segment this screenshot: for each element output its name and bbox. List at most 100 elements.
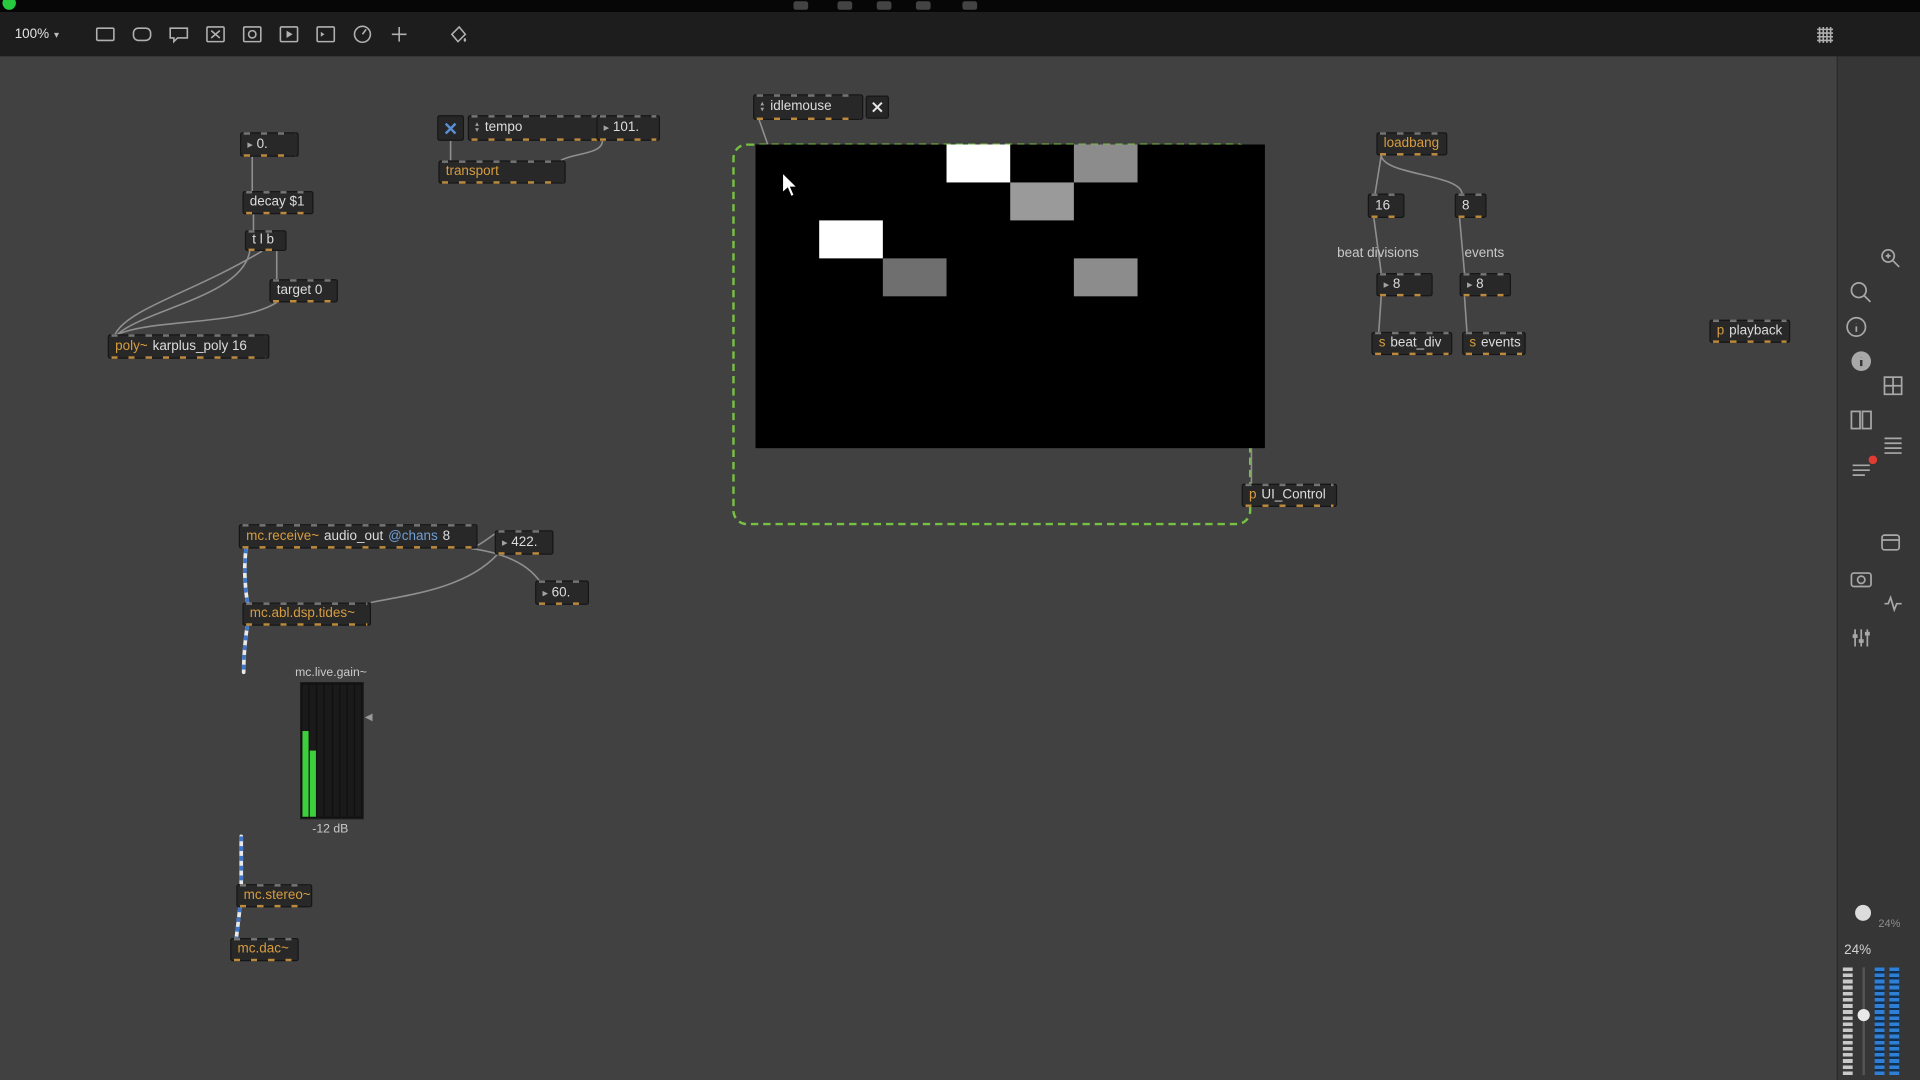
number-triangle-icon: ▸ bbox=[1467, 279, 1473, 290]
menubar-icon bbox=[962, 1, 977, 10]
playbar-icon[interactable] bbox=[277, 22, 301, 46]
info-icon[interactable] bbox=[1848, 348, 1875, 375]
zoom-in-icon[interactable] bbox=[1877, 245, 1904, 272]
matrix-cell bbox=[883, 258, 947, 296]
paint-bucket-icon[interactable] bbox=[446, 22, 470, 46]
object-box-mc-receive[interactable]: mc.receive~ audio_out @chans 8 bbox=[239, 524, 478, 548]
gain-meter-channel bbox=[332, 684, 338, 816]
number-box-60[interactable]: ▸60. bbox=[535, 580, 589, 604]
caret-down-icon: ▾ bbox=[54, 29, 59, 40]
object-box-trigger[interactable]: t l b bbox=[245, 230, 287, 251]
object-box-icon[interactable] bbox=[93, 22, 117, 46]
subpatcher-playback[interactable]: pplayback bbox=[1709, 320, 1790, 343]
matrix-cell bbox=[819, 220, 883, 258]
number-triangle-icon: ▸ bbox=[542, 587, 548, 598]
gain-meter-channel bbox=[302, 684, 308, 816]
gain-meter-channel bbox=[347, 684, 353, 816]
mouse-cursor bbox=[781, 171, 801, 198]
metro-icon[interactable] bbox=[350, 22, 374, 46]
object-box-loadbang[interactable]: loadbang bbox=[1376, 132, 1447, 155]
number-triangle-icon: ▸ bbox=[247, 139, 253, 150]
menubar-icon bbox=[838, 1, 853, 10]
output-level-meters bbox=[1843, 967, 1914, 1075]
transport-toggle[interactable] bbox=[437, 115, 464, 141]
level-meter-bar bbox=[1875, 967, 1885, 1075]
comment-events: events bbox=[1464, 246, 1504, 261]
volume-slider[interactable] bbox=[1858, 967, 1870, 1075]
gain-meter[interactable] bbox=[300, 682, 364, 819]
object-box-tides[interactable]: mc.abl.dsp.tides~ bbox=[242, 602, 371, 625]
menubar-icon bbox=[877, 1, 892, 10]
mixer-icon[interactable] bbox=[1848, 624, 1875, 651]
toggle-icon[interactable] bbox=[203, 22, 227, 46]
object-box-mc-dac[interactable]: mc.dac~ bbox=[230, 938, 299, 961]
console-error-badge bbox=[1869, 456, 1878, 465]
split-view-icon[interactable] bbox=[1848, 407, 1875, 434]
object-box-poly[interactable]: poly~karplus_poly 16 bbox=[108, 334, 270, 358]
zoom-dropdown[interactable]: 100% ▾ bbox=[10, 21, 64, 48]
gain-meter-channel bbox=[310, 684, 316, 816]
level-meter-bar bbox=[1889, 967, 1899, 1075]
send-beat-div[interactable]: sbeat_div bbox=[1371, 332, 1452, 355]
message-box-decay[interactable]: decay $1 bbox=[242, 191, 313, 214]
patcher-toolbar: 100% ▾ bbox=[0, 12, 1920, 56]
number-box-tempo[interactable]: ▸101. bbox=[596, 115, 660, 141]
volume-percent-large: 24% bbox=[1844, 943, 1871, 958]
comment-icon[interactable] bbox=[167, 22, 191, 46]
umenu-arrows-icon: ▴▾ bbox=[475, 122, 479, 134]
gain-meter-channel bbox=[325, 684, 331, 816]
search-icon[interactable] bbox=[1848, 279, 1875, 306]
output-volume-dot-icon[interactable] bbox=[1855, 905, 1871, 921]
umenu-arrows-icon: ▴▾ bbox=[760, 101, 764, 113]
menubar-icon bbox=[793, 1, 808, 10]
gain-db-label: -12 dB bbox=[312, 823, 348, 836]
snapshot-icon[interactable] bbox=[1848, 566, 1875, 593]
message-box-icon[interactable] bbox=[130, 22, 154, 46]
traffic-light-green-icon bbox=[2, 0, 15, 10]
message-box-16[interactable]: 16 bbox=[1368, 193, 1405, 217]
grid-toggle-icon[interactable] bbox=[1812, 22, 1836, 46]
idlemouse-toggle[interactable] bbox=[866, 96, 889, 119]
toggle-x-icon bbox=[871, 100, 884, 113]
number-box-422[interactable]: ▸422. bbox=[495, 530, 554, 554]
message-box-target[interactable]: target 0 bbox=[269, 279, 338, 302]
button-icon[interactable] bbox=[240, 22, 264, 46]
idlemouse-menu[interactable]: ▴▾ idlemouse bbox=[753, 94, 863, 120]
right-sidebar: 24% 24% bbox=[1837, 56, 1920, 1080]
number-triangle-icon: ▸ bbox=[604, 122, 610, 133]
send-events[interactable]: sevents bbox=[1462, 332, 1526, 355]
toggle-x-icon bbox=[443, 121, 458, 136]
tempo-attrui[interactable]: ▴▾ tempo bbox=[468, 115, 603, 141]
inspector-icon[interactable] bbox=[1843, 313, 1870, 340]
package-icon[interactable] bbox=[1877, 529, 1904, 556]
console-icon[interactable] bbox=[1848, 458, 1875, 485]
zoom-level-label: 100% bbox=[15, 27, 49, 42]
add-object-icon[interactable] bbox=[387, 22, 411, 46]
subpatcher-ui-control[interactable]: pUI_Control bbox=[1242, 484, 1338, 507]
message-box-8[interactable]: 8 bbox=[1455, 193, 1487, 217]
matrix-cell bbox=[947, 144, 1011, 182]
object-box-transport[interactable]: transport bbox=[438, 160, 565, 183]
object-box-mc-stereo[interactable]: mc.stereo~ bbox=[236, 884, 312, 907]
number-triangle-icon: ▸ bbox=[1384, 279, 1390, 290]
gain-meter-channel bbox=[317, 684, 323, 816]
volume-slider-knob[interactable] bbox=[1858, 1009, 1870, 1021]
number-box-decay-time[interactable]: ▸0. bbox=[240, 132, 299, 156]
audio-status-icon[interactable] bbox=[1880, 590, 1907, 617]
matrix-cell bbox=[1074, 144, 1138, 182]
jit-pwindow[interactable] bbox=[756, 144, 1265, 448]
number-triangle-icon: ▸ bbox=[502, 537, 508, 548]
volume-percent-small: 24% bbox=[1878, 917, 1900, 929]
comment-beat-divisions: beat divisions bbox=[1337, 246, 1419, 261]
gain-meter-channel bbox=[340, 684, 346, 816]
number-box-beat-div[interactable]: ▸8 bbox=[1376, 273, 1432, 296]
max-patcher-window: 100% ▾ bbox=[0, 0, 1920, 1080]
number-box-icon[interactable] bbox=[313, 22, 337, 46]
gain-title: mc.live.gain~ bbox=[295, 666, 367, 679]
panel-grid-icon[interactable] bbox=[1880, 372, 1907, 399]
screen: 100% ▾ bbox=[0, 0, 1920, 1080]
list-view-icon[interactable] bbox=[1880, 431, 1907, 458]
menubar-icon bbox=[916, 1, 931, 10]
gain-slider-handle-icon[interactable]: ◀ bbox=[365, 711, 373, 722]
number-box-events[interactable]: ▸8 bbox=[1460, 273, 1511, 296]
